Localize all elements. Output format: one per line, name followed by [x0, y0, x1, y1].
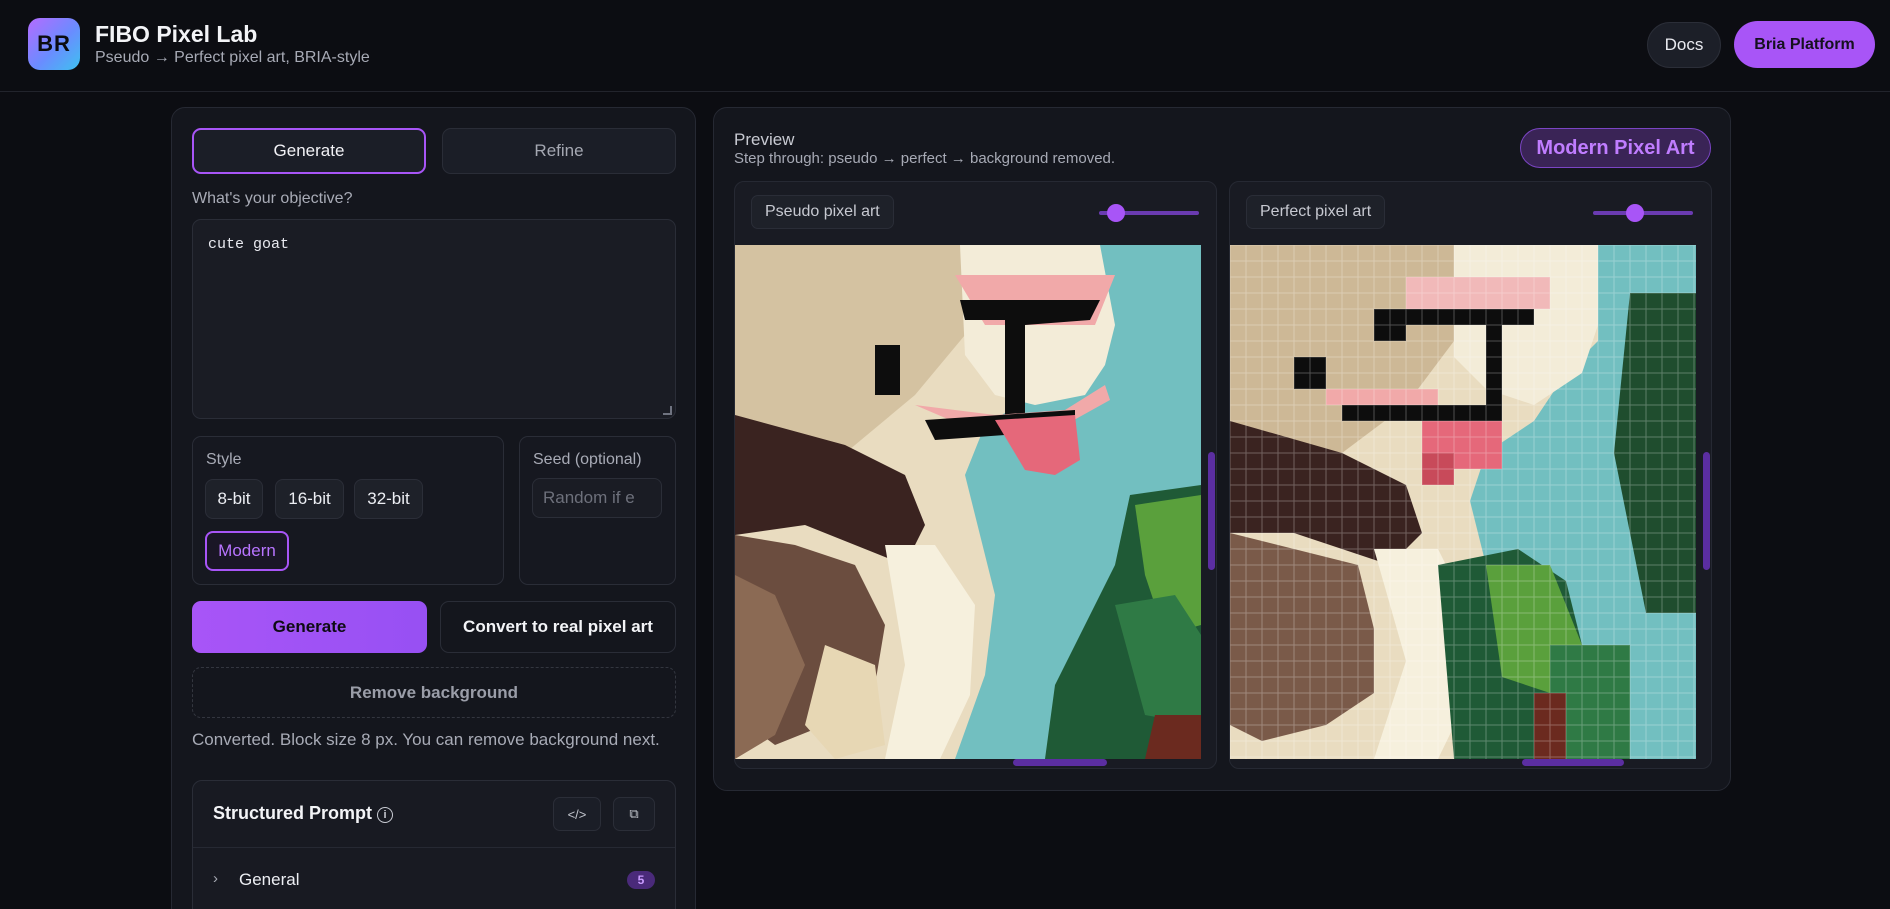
- section-label: General: [239, 870, 300, 889]
- goat-perfect-art: [1230, 245, 1696, 759]
- convert-button[interactable]: Convert to real pixel art: [440, 601, 676, 653]
- vertical-scrollbar[interactable]: [1703, 452, 1710, 570]
- pseudo-pixel-pane: Pseudo pixel art: [734, 181, 1217, 769]
- structured-prompt-title: Structured Prompt: [213, 803, 373, 823]
- goat-pseudo-art: [735, 245, 1201, 759]
- style-label: Style: [206, 451, 242, 468]
- zoom-slider-pseudo[interactable]: [1099, 204, 1199, 222]
- style-option-16bit[interactable]: 16-bit: [275, 479, 344, 519]
- app-logo: BR: [28, 18, 80, 70]
- resize-handle-icon[interactable]: [663, 406, 672, 415]
- status-message: Converted. Block size 8 px. You can remo…: [192, 730, 660, 749]
- style-group: Style 8-bit 16-bit 32-bit Modern: [192, 436, 504, 585]
- perfect-pixel-pane: Perfect pixel art: [1229, 181, 1712, 769]
- objective-label: What's your objective?: [192, 190, 353, 207]
- mode-badge: Modern Pixel Art: [1520, 128, 1711, 168]
- app-title: FIBO Pixel Lab: [95, 21, 258, 47]
- pane-label-pseudo: Pseudo pixel art: [751, 195, 894, 229]
- preview-panel: Preview Step through: pseudo → perfect →…: [713, 107, 1731, 791]
- app-header: BR FIBO Pixel Lab Pseudo → Perfect pixel…: [0, 0, 1890, 92]
- bria-platform-button[interactable]: Bria Platform: [1734, 21, 1875, 68]
- generate-button[interactable]: Generate: [192, 601, 427, 653]
- pseudo-pixel-image: [735, 245, 1201, 759]
- seed-group: Seed (optional): [519, 436, 676, 585]
- info-icon[interactable]: i: [377, 807, 393, 823]
- count-badge: 5: [627, 871, 655, 889]
- seed-label: Seed (optional): [533, 451, 642, 468]
- preview-title: Preview: [734, 130, 795, 149]
- pane-label-perfect: Perfect pixel art: [1246, 195, 1386, 229]
- copy-icon[interactable]: ⧉: [613, 797, 655, 831]
- code-view-icon[interactable]: </>: [553, 797, 601, 831]
- tab-refine[interactable]: Refine: [442, 128, 676, 174]
- style-option-modern[interactable]: Modern: [205, 531, 289, 571]
- controls-panel: Generate Refine What's your objective? c…: [171, 107, 696, 909]
- structured-prompt-panel: Structured Prompt i </> ⧉ › General 5: [192, 780, 676, 909]
- app-subtitle: Pseudo → Perfect pixel art, BRIA-style: [95, 49, 370, 66]
- chevron-right-icon: ›: [213, 870, 218, 887]
- objective-text: cute goat: [208, 236, 290, 253]
- objective-textarea[interactable]: cute goat: [192, 219, 676, 419]
- style-option-8bit[interactable]: 8-bit: [205, 479, 263, 519]
- horizontal-scrollbar[interactable]: [1013, 759, 1107, 766]
- seed-input[interactable]: [532, 478, 662, 518]
- section-general[interactable]: › General 5: [193, 848, 675, 909]
- style-option-32bit[interactable]: 32-bit: [354, 479, 423, 519]
- slider-thumb[interactable]: [1626, 204, 1644, 222]
- preview-subtitle: Step through: pseudo → perfect → backgro…: [734, 150, 1116, 167]
- tab-generate[interactable]: Generate: [192, 128, 426, 174]
- docs-button[interactable]: Docs: [1647, 22, 1721, 68]
- remove-background-button[interactable]: Remove background: [192, 667, 676, 718]
- zoom-slider-perfect[interactable]: [1593, 204, 1693, 222]
- vertical-scrollbar[interactable]: [1208, 452, 1215, 570]
- perfect-pixel-image: [1230, 245, 1696, 759]
- horizontal-scrollbar[interactable]: [1522, 759, 1624, 766]
- slider-thumb[interactable]: [1107, 204, 1125, 222]
